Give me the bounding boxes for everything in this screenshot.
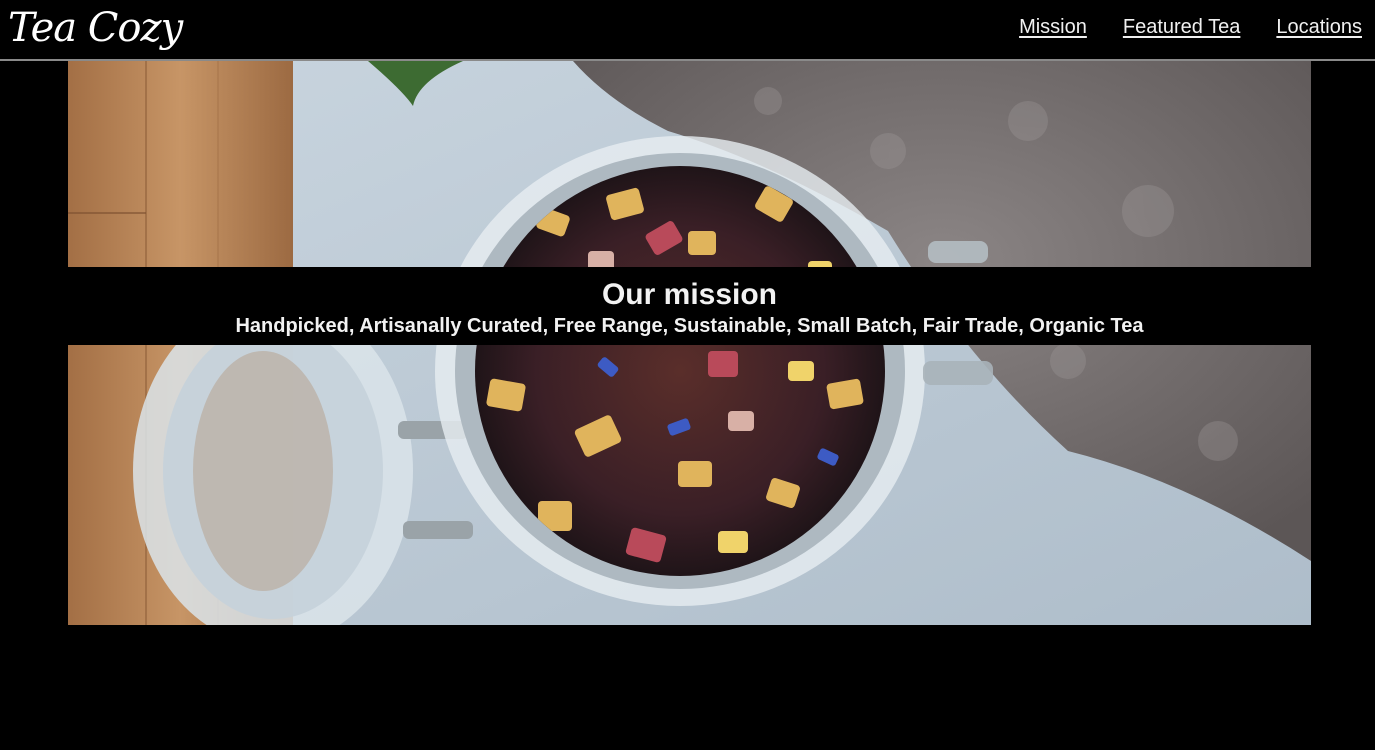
nav-link-mission[interactable]: Mission [1019,16,1087,39]
mission-tagline: Handpicked, Artisanally Curated, Free Ra… [235,315,1144,337]
mission-title: Our mission [601,278,778,311]
logo[interactable]: Tea Cozy [8,2,183,54]
site-header: Tea Cozy Mission Featured Tea Locations [0,0,1375,61]
nav-link-locations[interactable]: Locations [1276,16,1362,39]
mission-hero: Our mission Handpicked, Artisanally Cura… [68,61,1311,625]
main-nav: Mission Featured Tea Locations [1019,16,1362,39]
mission-banner: Our mission Handpicked, Artisanally Cura… [68,267,1311,345]
nav-link-featured-tea[interactable]: Featured Tea [1123,16,1241,39]
